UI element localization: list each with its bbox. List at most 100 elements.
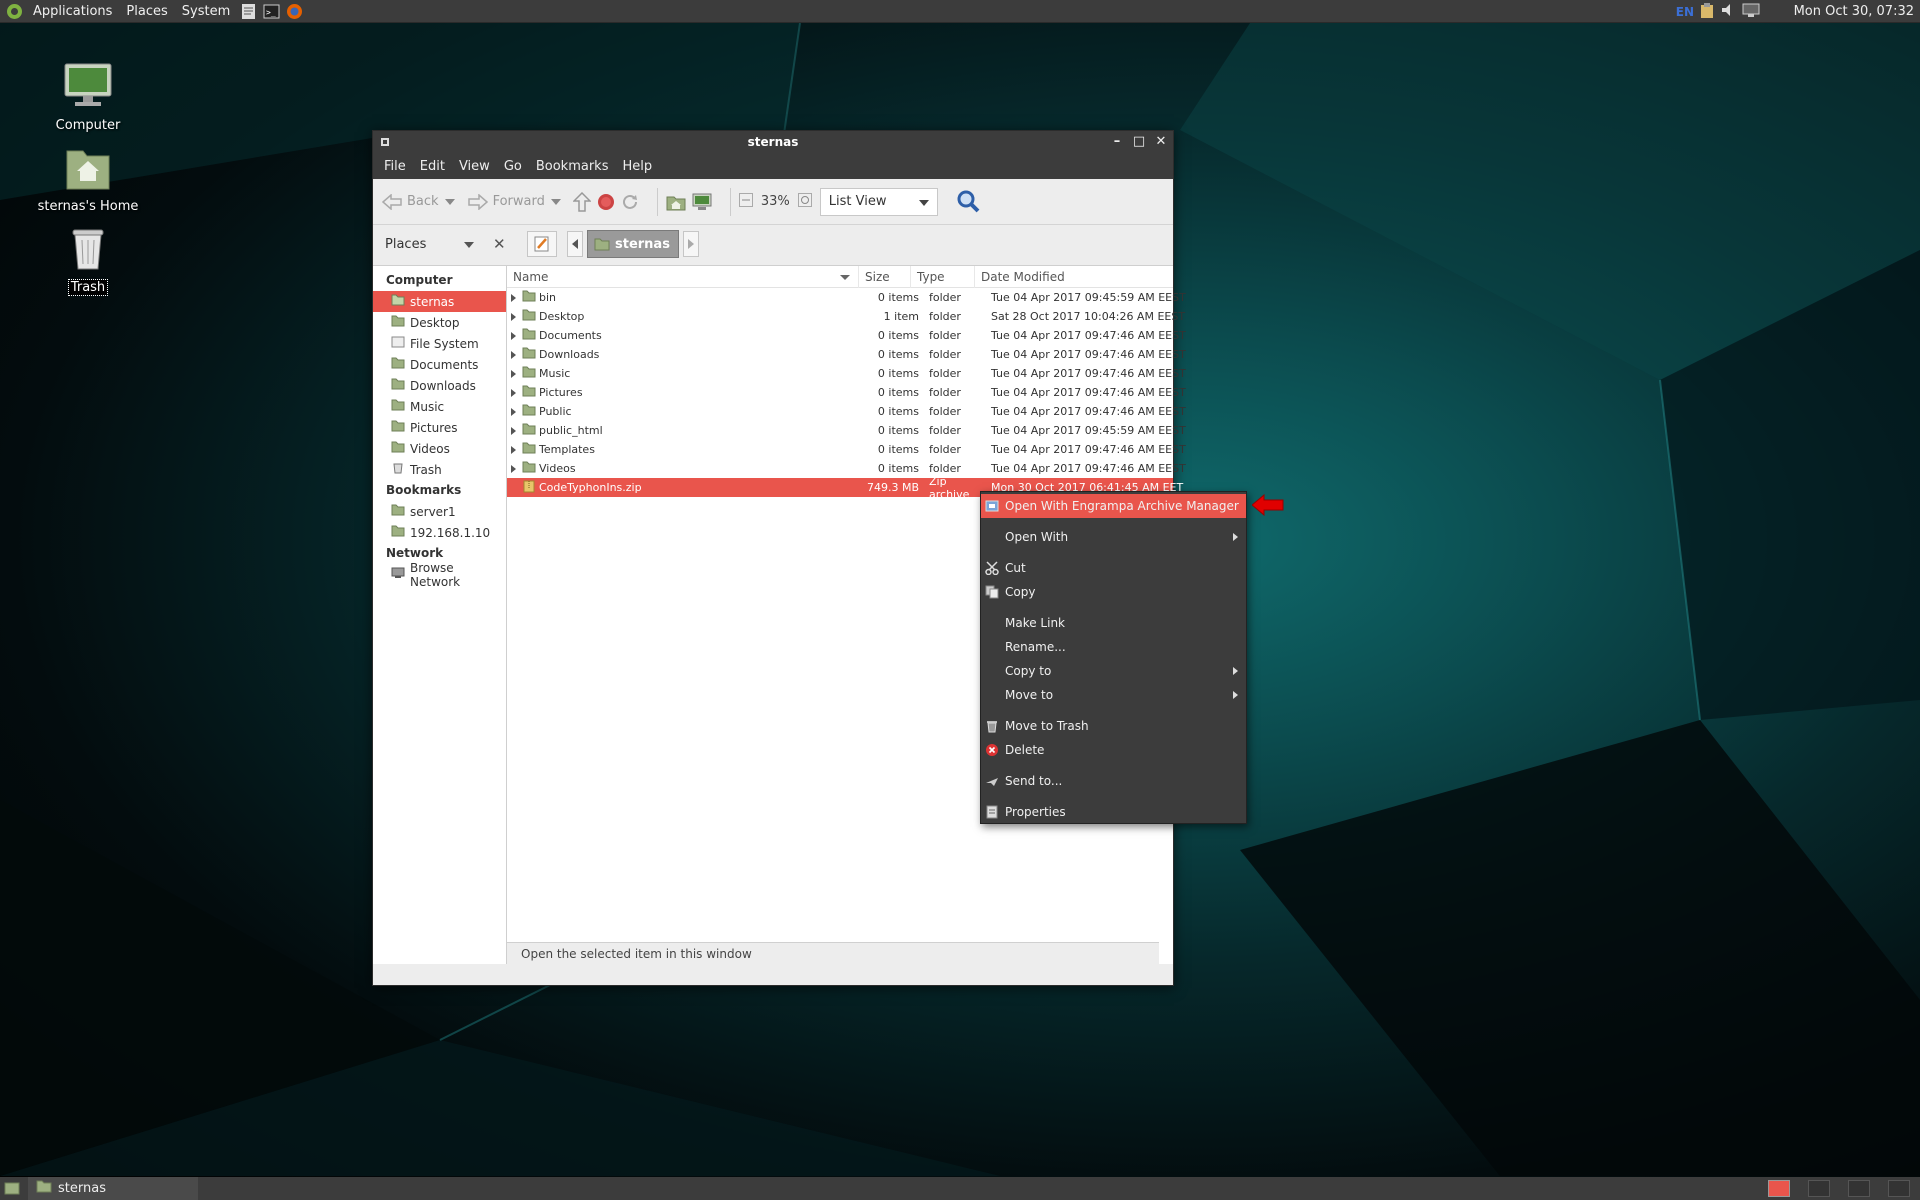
table-row[interactable]: Desktop 1 item folder Sat 28 Oct 2017 10:04… bbox=[507, 307, 1185, 326]
table-row[interactable]: Public 0 items folder Tue 04 Apr 2017 09:47… bbox=[507, 402, 1186, 421]
menu-item-open-with[interactable]: Open With bbox=[981, 525, 1246, 549]
sidebar-item-pictures[interactable]: Pictures bbox=[373, 417, 506, 438]
table-row[interactable]: Videos 0 items folder Tue 04 Apr 2017 09:47… bbox=[507, 459, 1186, 478]
workspace-switcher[interactable] bbox=[1768, 1180, 1790, 1197]
firefox-launcher-icon[interactable] bbox=[286, 3, 303, 20]
zoom-in-icon[interactable] bbox=[797, 193, 812, 210]
sidebar-item-sternas[interactable]: sternas bbox=[373, 291, 506, 312]
terminal-launcher-icon[interactable]: >_ bbox=[263, 3, 280, 20]
table-row[interactable]: Templates 0 items folder Tue 04 Apr 2017 09… bbox=[507, 440, 1186, 459]
workspace-switcher[interactable] bbox=[1848, 1180, 1870, 1197]
workspace-switcher[interactable] bbox=[1888, 1180, 1910, 1197]
table-row[interactable]: Music 0 items folder Tue 04 Apr 2017 09:47:… bbox=[507, 364, 1186, 383]
network-icon[interactable] bbox=[1742, 2, 1760, 21]
table-row[interactable]: public_html 0 items folder Tue 04 Apr 2017 … bbox=[507, 421, 1186, 440]
menu-item-send-to[interactable]: Send to... bbox=[981, 769, 1246, 793]
table-row[interactable]: Documents 0 items folder Tue 04 Apr 2017 09… bbox=[507, 326, 1186, 345]
reload-icon[interactable] bbox=[621, 193, 639, 211]
expand-icon[interactable] bbox=[511, 445, 516, 454]
close-sidebar-icon[interactable]: ✕ bbox=[493, 235, 506, 253]
table-row[interactable]: bin 0 items folder Tue 04 Apr 2017 09:45:59… bbox=[507, 288, 1186, 307]
sidebar-item-server1[interactable]: server1 bbox=[373, 501, 506, 522]
sidebar-item-desktop[interactable]: Desktop bbox=[373, 312, 506, 333]
back-history-icon[interactable] bbox=[443, 191, 457, 213]
menu-view[interactable]: View bbox=[452, 159, 497, 174]
column-header-date[interactable]: Date Modified bbox=[975, 266, 1153, 288]
expand-icon[interactable] bbox=[511, 388, 516, 397]
sidebar-item-browse-network[interactable]: Browse Network bbox=[373, 561, 506, 589]
system-menu[interactable]: System bbox=[175, 0, 237, 23]
path-right-icon[interactable] bbox=[682, 231, 699, 257]
minimize-icon[interactable]: – bbox=[1109, 134, 1125, 150]
up-icon[interactable] bbox=[572, 191, 591, 212]
view-mode-select[interactable]: List View bbox=[819, 187, 938, 216]
applications-menu[interactable]: Applications bbox=[26, 0, 119, 23]
expand-icon[interactable] bbox=[511, 350, 516, 359]
stop-icon[interactable] bbox=[597, 193, 615, 211]
menu-item-move-to-trash[interactable]: Move to Trash bbox=[981, 714, 1246, 738]
zoom-out-icon[interactable] bbox=[738, 193, 753, 210]
desktop-icon-computer[interactable]: Computer bbox=[33, 60, 143, 133]
search-icon[interactable] bbox=[956, 189, 982, 215]
expand-icon[interactable] bbox=[511, 369, 516, 378]
desktop-icon-trash[interactable]: Trash bbox=[33, 222, 143, 296]
expand-icon[interactable] bbox=[511, 407, 516, 416]
sidebar-item-downloads[interactable]: Downloads bbox=[373, 375, 506, 396]
edit-location-icon[interactable] bbox=[527, 231, 557, 257]
column-header-type[interactable]: Type bbox=[911, 265, 975, 288]
menu-item-properties[interactable]: Properties bbox=[981, 800, 1246, 824]
menu-item-rename[interactable]: Rename... bbox=[981, 635, 1246, 659]
sidebar-selector[interactable]: Places ✕ bbox=[373, 225, 521, 263]
sidebar-item-file-system[interactable]: File System bbox=[373, 333, 506, 354]
table-row[interactable]: Downloads 0 items folder Tue 04 Apr 2017 09… bbox=[507, 345, 1186, 364]
clock[interactable]: Mon Oct 30, 07:32 bbox=[1794, 0, 1914, 23]
sidebar-item-videos[interactable]: Videos bbox=[373, 438, 506, 459]
computer-icon[interactable] bbox=[692, 193, 712, 211]
keyboard-layout-indicator[interactable]: EN bbox=[1676, 5, 1694, 19]
workspace-switcher[interactable] bbox=[1808, 1180, 1830, 1197]
menu-item-move-to[interactable]: Move to bbox=[981, 683, 1246, 707]
menu-help[interactable]: Help bbox=[615, 159, 659, 174]
menu-edit[interactable]: Edit bbox=[413, 159, 452, 174]
column-header-name[interactable]: Name bbox=[507, 265, 859, 288]
expand-icon[interactable] bbox=[511, 464, 516, 473]
menu-item-copy[interactable]: Copy bbox=[981, 580, 1246, 604]
column-header-size[interactable]: Size bbox=[859, 265, 911, 288]
close-icon[interactable]: ✕ bbox=[1153, 134, 1169, 150]
expand-icon[interactable] bbox=[511, 426, 516, 435]
menu-item-make-link[interactable]: Make Link bbox=[981, 611, 1246, 635]
menu-file[interactable]: File bbox=[377, 159, 413, 174]
menu-item-open-with-engrampa[interactable]: Open With Engrampa Archive Manager bbox=[981, 494, 1246, 518]
desktop-icon-home[interactable]: sternas's Home bbox=[33, 141, 143, 214]
expand-icon[interactable] bbox=[511, 293, 516, 302]
window-menu-icon[interactable] bbox=[381, 138, 389, 146]
clipboard-icon[interactable] bbox=[1700, 2, 1714, 22]
sidebar-item-documents[interactable]: Documents bbox=[373, 354, 506, 375]
show-desktop-icon[interactable] bbox=[4, 1181, 20, 1199]
forward-button[interactable]: Forward bbox=[467, 191, 563, 213]
sidebar-item-trash[interactable]: Trash bbox=[373, 459, 506, 480]
taskbar-window-sternas[interactable]: sternas bbox=[28, 1177, 198, 1200]
menu-item-cut[interactable]: Cut bbox=[981, 556, 1246, 580]
back-button[interactable]: Back bbox=[381, 191, 457, 213]
breadcrumb-home[interactable]: sternas bbox=[587, 230, 679, 258]
menu-item-copy-to[interactable]: Copy to bbox=[981, 659, 1246, 683]
text-editor-launcher-icon[interactable] bbox=[240, 3, 257, 20]
expand-icon[interactable] bbox=[511, 312, 516, 321]
table-row[interactable]: Pictures 0 items folder Tue 04 Apr 2017 09:… bbox=[507, 383, 1186, 402]
window-titlebar[interactable]: sternas – □ ✕ bbox=[373, 131, 1173, 153]
places-menu[interactable]: Places bbox=[119, 0, 174, 23]
expand-icon[interactable] bbox=[511, 331, 516, 340]
menu-go[interactable]: Go bbox=[497, 159, 529, 174]
maximize-icon[interactable]: □ bbox=[1131, 134, 1147, 150]
forward-history-icon[interactable] bbox=[549, 191, 563, 213]
menu-item-delete[interactable]: Delete bbox=[981, 738, 1246, 762]
path-left-icon[interactable] bbox=[567, 231, 583, 257]
mate-logo-icon[interactable] bbox=[6, 3, 23, 20]
zoom-level[interactable]: 33% bbox=[761, 194, 790, 209]
home-icon[interactable] bbox=[666, 193, 686, 211]
sidebar-item-192-168-1-10[interactable]: 192.168.1.10 bbox=[373, 522, 506, 543]
menu-bookmarks[interactable]: Bookmarks bbox=[529, 159, 616, 174]
volume-icon[interactable] bbox=[1720, 2, 1736, 21]
sidebar-item-music[interactable]: Music bbox=[373, 396, 506, 417]
